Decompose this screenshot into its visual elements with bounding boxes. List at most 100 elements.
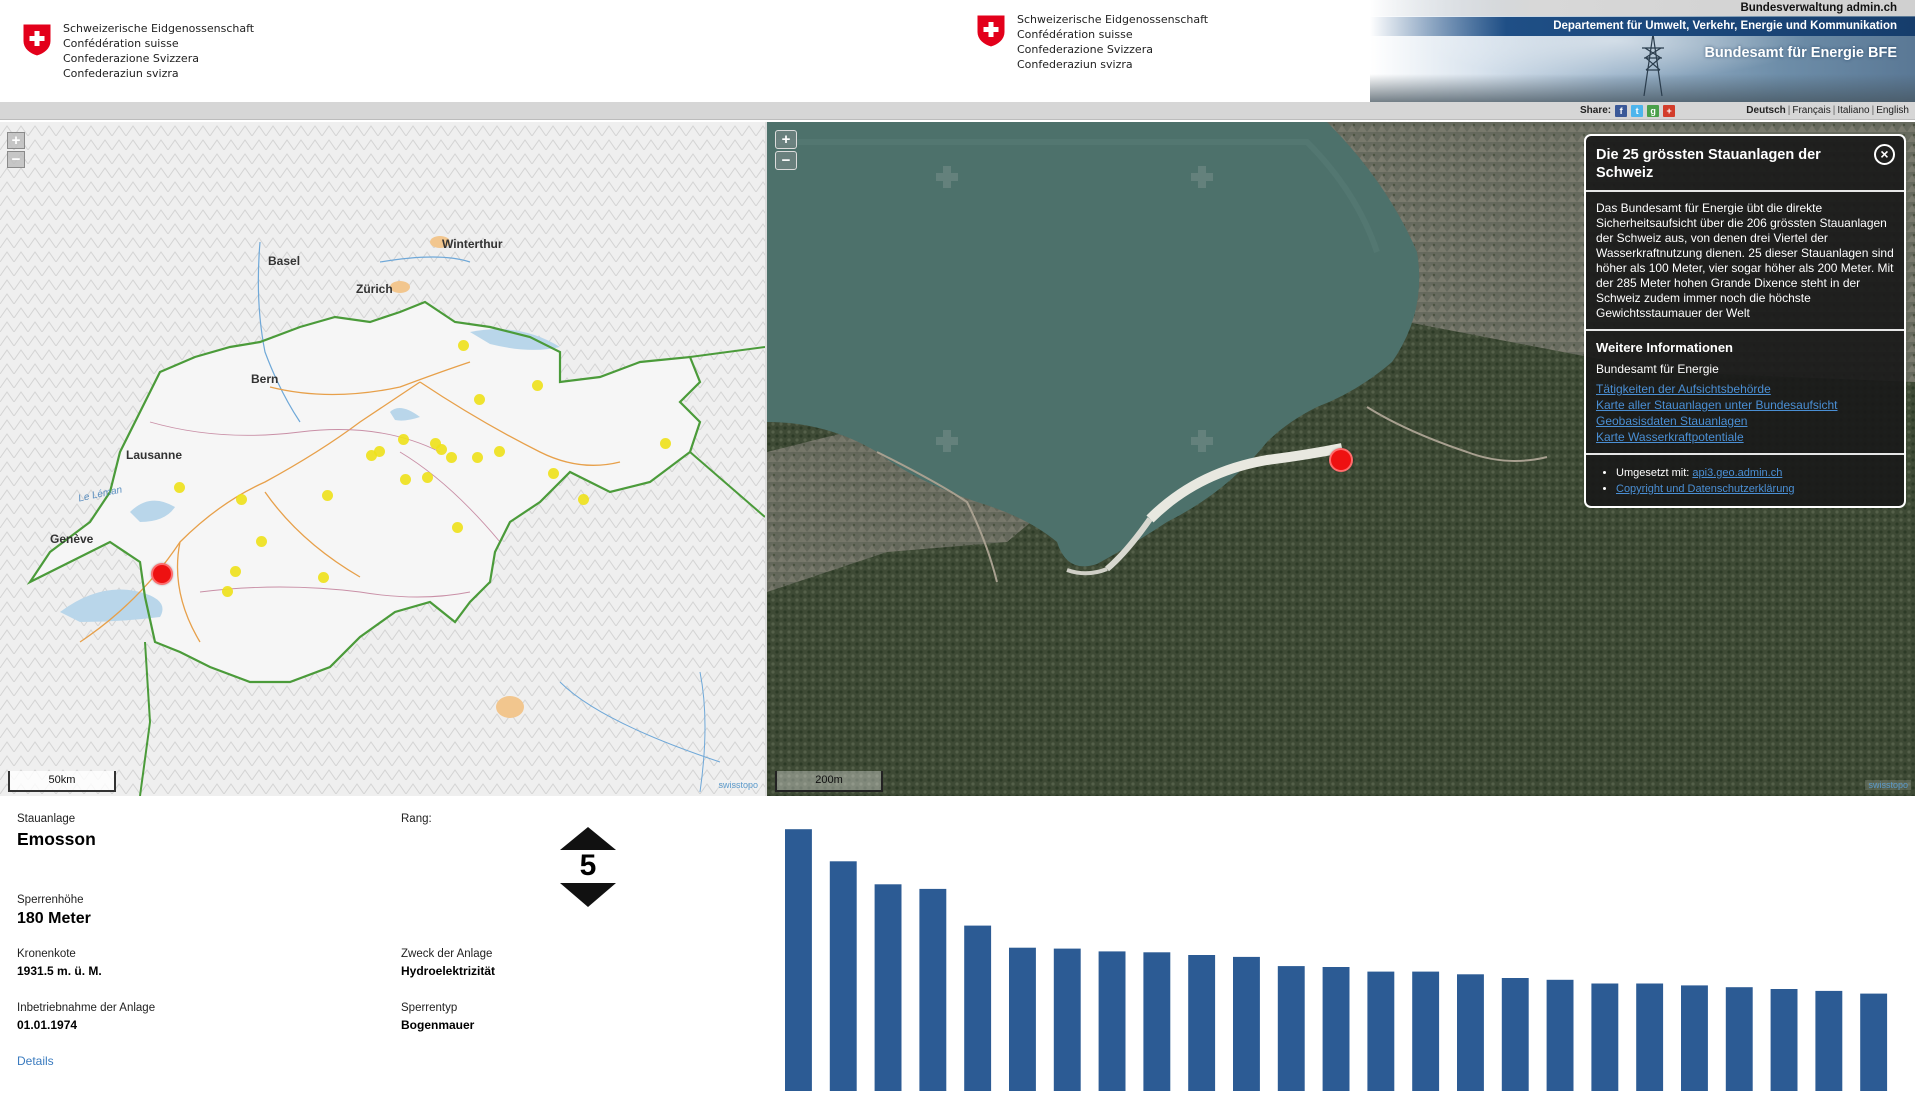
zoom-in-button[interactable]: + [775, 130, 797, 149]
confederation-line: Schweizerische Eidgenossenschaft [63, 22, 255, 35]
map-attribution[interactable]: swisstopo [715, 780, 761, 790]
dam-marker[interactable] [222, 586, 233, 597]
chart-bar-10[interactable] [1188, 955, 1216, 1091]
facebook-icon[interactable]: f [1615, 105, 1628, 117]
twitter-icon[interactable]: t [1631, 105, 1644, 117]
zoom-out-button[interactable]: − [7, 151, 25, 168]
chart-bar-14[interactable] [1367, 971, 1395, 1091]
chart-bar-13[interactable] [1322, 967, 1350, 1091]
chart-bar-23[interactable] [1770, 989, 1798, 1091]
dam-marker[interactable] [472, 452, 483, 463]
dam-marker[interactable] [174, 482, 185, 493]
commission-value: 01.01.1974 [17, 1018, 78, 1032]
chart-bar-9[interactable] [1143, 952, 1171, 1091]
confederation-line: Confederaziun svizra [1017, 58, 1133, 71]
more-info-section: Weitere Informationen Bundesamt für Ener… [1586, 331, 1904, 455]
link-supervisory-authority[interactable]: Tätigkeiten der Aufsichtsbehörde [1596, 381, 1894, 397]
chart-bar-24[interactable] [1815, 990, 1843, 1091]
selected-dam-marker[interactable] [151, 563, 173, 585]
chart-bar-7[interactable] [1053, 948, 1081, 1091]
chart-bar-15[interactable] [1412, 971, 1440, 1091]
dam-marker[interactable] [398, 434, 409, 445]
dam-marker[interactable] [318, 572, 329, 583]
dam-marker[interactable] [230, 566, 241, 577]
chart-bar-19[interactable] [1591, 983, 1619, 1092]
google-plus-icon[interactable]: + [1663, 105, 1676, 117]
rank-up-icon[interactable] [560, 827, 616, 850]
link-geodata-dams[interactable]: Geobasisdaten Stauanlagen [1596, 413, 1894, 429]
api-geo-admin-link[interactable]: api3.geo.admin.ch [1692, 467, 1782, 479]
dam-marker[interactable] [548, 468, 559, 479]
page-header: Schweizerische Eidgenossenschaft Confédé… [0, 0, 1915, 102]
scale-bar: 50km [8, 771, 116, 792]
chart-bar-25[interactable] [1860, 993, 1888, 1091]
chart-bar-11[interactable] [1233, 956, 1260, 1091]
chart-bar-17[interactable] [1501, 978, 1529, 1091]
dam-marker[interactable] [660, 438, 671, 449]
confederation-logo-left[interactable]: Schweizerische Eidgenossenschaft Confédé… [22, 21, 254, 81]
lang-de[interactable]: Deutsch [1744, 105, 1787, 116]
crest-label: Kronenkote [17, 948, 76, 960]
chart-bar-1[interactable] [785, 829, 812, 1091]
chart-bar-16[interactable] [1457, 974, 1484, 1091]
dam-marker[interactable] [256, 536, 267, 547]
dam-marker[interactable] [452, 522, 463, 533]
zoom-in-button[interactable]: + [7, 132, 25, 149]
rank-down-icon[interactable] [560, 883, 616, 907]
height-label: Sperrenhöhe [17, 894, 84, 906]
chart-bar-12[interactable] [1277, 966, 1305, 1091]
dam-marker[interactable] [422, 472, 433, 483]
purpose-value: Hydroelektrizität [401, 964, 496, 978]
lang-it[interactable]: Italiano [1835, 105, 1871, 116]
chart-bar-4[interactable] [919, 888, 947, 1091]
city-label: Bern [251, 372, 279, 386]
google-icon[interactable]: g [1647, 105, 1660, 117]
dam-marker[interactable] [458, 340, 469, 351]
chart-bar-21[interactable] [1681, 985, 1708, 1091]
dam-marker[interactable] [532, 380, 543, 391]
department-bar[interactable]: Departement für Umwelt, Verkehr, Energie… [1370, 17, 1915, 36]
swiss-cross-icon [22, 23, 52, 57]
city-label: Lausanne [126, 448, 183, 462]
dam-marker[interactable] [446, 452, 457, 463]
chart-bar-22[interactable] [1725, 987, 1753, 1091]
details-link[interactable]: Details [17, 1054, 54, 1068]
confederation-logo-center[interactable]: Schweizerische Eidgenossenschaft Confédé… [976, 12, 1208, 72]
confederation-line: Confederazione Svizzera [1017, 43, 1153, 56]
more-info-title: Weitere Informationen [1596, 340, 1734, 355]
lang-en[interactable]: English [1874, 105, 1911, 116]
dam-marker[interactable] [494, 446, 505, 457]
info-panel-header: Die 25 grössten Stauanlagen der Schweiz … [1586, 136, 1904, 192]
chart-bar-5[interactable] [964, 925, 992, 1091]
city-label: Zürich [356, 282, 393, 296]
dam-marker[interactable] [322, 490, 333, 501]
chart-bar-6[interactable] [1009, 947, 1036, 1091]
city-label: Basel [268, 254, 301, 268]
zoom-out-button[interactable]: − [775, 151, 797, 170]
chart-bar-18[interactable] [1546, 979, 1574, 1091]
dam-marker[interactable] [374, 446, 385, 457]
lang-fr[interactable]: Français [1790, 105, 1832, 116]
link-dam-map[interactable]: Karte aller Stauanlagen unter Bundesaufs… [1596, 397, 1894, 413]
chart-bar-8[interactable] [1098, 951, 1126, 1091]
share-bar: Share: f t g + [1580, 102, 1676, 120]
close-icon[interactable]: × [1874, 144, 1895, 165]
chart-bar-3[interactable] [874, 884, 902, 1091]
chart-bar-20[interactable] [1636, 983, 1664, 1092]
info-panel-description: Das Bundesamt für Energie übt die direkt… [1586, 192, 1904, 331]
overview-map[interactable]: + − Basel Winterthur Zürich Bern Lausann… [0, 122, 765, 796]
dam-marker[interactable] [400, 474, 411, 485]
chart-bar-2[interactable] [829, 861, 857, 1091]
confederation-line: Confédération suisse [1017, 28, 1133, 41]
dam-height-chart [785, 829, 1888, 1092]
dam-marker[interactable] [578, 494, 589, 505]
dam-marker[interactable] [436, 444, 447, 455]
map-attribution[interactable]: swisstopo [1865, 780, 1911, 790]
admin-link[interactable]: Bundesverwaltung admin.ch [1370, 0, 1915, 16]
dam-marker[interactable] [474, 394, 485, 405]
selected-dam-marker[interactable] [1329, 448, 1353, 472]
dam-marker[interactable] [236, 494, 247, 505]
rank-label: Rang: [401, 813, 432, 825]
copyright-link[interactable]: Copyright und Datenschutzerklärung [1616, 483, 1795, 495]
link-hydropower-map[interactable]: Karte Wasserkraftpotentiale [1596, 429, 1894, 445]
